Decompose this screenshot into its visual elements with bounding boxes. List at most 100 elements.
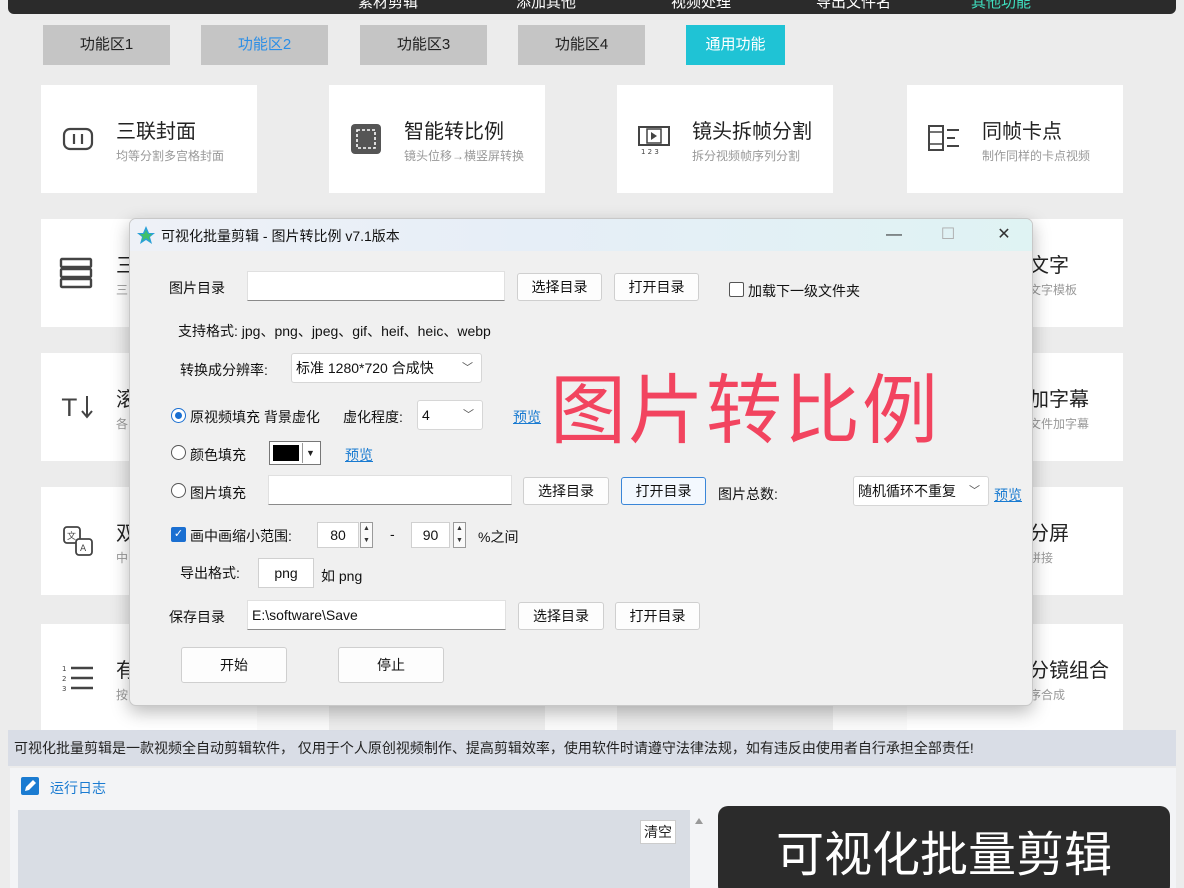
pip-max-stepper[interactable]: ▲ ▼	[453, 522, 466, 548]
card-triptych-cover[interactable]: 三联封面 均等分割多宫格封面	[41, 85, 257, 193]
svg-text:T: T	[61, 394, 77, 422]
dialog-titlebar[interactable]: 可视化批量剪辑 - 图片转比例 v7.1版本 — ☐ ✕	[130, 219, 1032, 251]
nav-item-other-functions[interactable]: 其他功能	[971, 0, 1031, 12]
pip-max-input[interactable]: 90	[411, 522, 450, 548]
image-total-value: 随机循环不重复	[858, 483, 956, 499]
save-dir-label: 保存目录	[169, 609, 225, 625]
save-dir-choose-button[interactable]: 选择目录	[518, 602, 604, 630]
image-dir-open-button[interactable]: 打开目录	[614, 273, 699, 301]
chevron-down-icon: ﹀	[463, 409, 474, 421]
image-fill-choose-button[interactable]: 选择目录	[523, 477, 609, 505]
pip-checkbox[interactable]: ✓	[171, 527, 186, 542]
image-fill-open-button[interactable]: 打开目录	[621, 477, 706, 505]
resolution-value: 标准 1280*720 合成快	[296, 360, 434, 376]
numbered-list-icon: 1 2 3	[62, 665, 93, 693]
card-subtitle: 镜头位移→横竖屏转换	[404, 149, 525, 163]
dialog-title: 可视化批量剪辑 - 图片转比例 v7.1版本	[161, 228, 400, 244]
preview-link-image[interactable]: 预览	[994, 485, 1022, 505]
card-title: 加字幕	[1029, 389, 1089, 411]
load-subfolder-checkbox[interactable]	[729, 282, 744, 297]
nav-item-video-process[interactable]: 视频处理	[671, 0, 731, 12]
brand-banner: 可视化批量剪辑	[718, 806, 1170, 888]
export-format-input[interactable]: png	[258, 558, 314, 588]
log-panel: 运行日志 清空 可视化批量剪辑	[10, 768, 1176, 888]
svg-text:3: 3	[62, 685, 66, 693]
save-dir-open-button[interactable]: 打开目录	[615, 602, 700, 630]
color-fill-label: 颜色填充	[190, 447, 246, 463]
image-fill-radio[interactable]	[171, 483, 186, 498]
start-button[interactable]: 开始	[181, 647, 287, 683]
log-edit-icon	[21, 777, 39, 795]
svg-text:2: 2	[62, 675, 66, 683]
card-subtitle: 均等分割多宫格封面	[116, 149, 225, 163]
stop-button[interactable]: 停止	[338, 647, 444, 683]
card-subtitle: 拆分视频帧序列分割	[692, 149, 801, 163]
nav-item-material-edit[interactable]: 素材剪辑	[358, 0, 418, 12]
pip-min-input[interactable]: 80	[317, 522, 359, 548]
resolution-select[interactable]: 标准 1280*720 合成快 ﹀	[291, 353, 482, 383]
card-subtitle: 制作同样的卡点视频	[982, 149, 1091, 163]
nav-item-add-other[interactable]: 添加其他	[516, 0, 576, 12]
blur-level-select[interactable]: 4 ﹀	[417, 400, 483, 430]
pip-min-stepper[interactable]: ▲ ▼	[360, 522, 373, 548]
scroll-up-icon[interactable]	[694, 816, 704, 826]
card-smart-ratio[interactable]: 智能转比例 镜头位移→横竖屏转换	[329, 85, 545, 193]
image-fill-label: 图片填充	[190, 485, 246, 501]
export-format-label: 导出格式:	[180, 565, 240, 581]
preview-link-color[interactable]: 预览	[345, 445, 373, 465]
svg-text:文: 文	[67, 530, 76, 542]
svg-text:1: 1	[62, 665, 66, 673]
same-frame-icon	[928, 125, 959, 151]
clear-log-button[interactable]: 清空	[640, 820, 676, 844]
card-title: 同帧卡点	[982, 121, 1062, 143]
tab-general-functions[interactable]: 通用功能	[686, 25, 785, 65]
color-dropdown-icon: ▼	[302, 443, 318, 463]
export-format-hint: 如 png	[321, 568, 363, 584]
image-fill-input[interactable]	[268, 475, 512, 505]
log-title: 运行日志	[50, 780, 106, 796]
svg-text:1 2 3: 1 2 3	[641, 148, 659, 156]
supported-formats-text: 支持格式: jpg、png、jpeg、gif、heif、heic、webp	[178, 323, 491, 339]
image-ratio-dialog: 可视化批量剪辑 - 图片转比例 v7.1版本 — ☐ ✕ 图片目录 选择目录 打…	[129, 218, 1033, 706]
card-subtitle: 中	[116, 551, 129, 565]
image-total-select[interactable]: 随机循环不重复 ﹀	[853, 476, 989, 506]
color-fill-radio[interactable]	[171, 445, 186, 460]
card-title: 分屏	[1029, 523, 1069, 545]
load-subfolder-label: 加载下一级文件夹	[748, 283, 860, 299]
card-title: 镜头拆帧分割	[692, 121, 812, 143]
save-dir-input[interactable]: E:\software\Save	[247, 600, 506, 630]
resolution-label: 转换成分辨率:	[180, 362, 268, 378]
tab-function-area-2[interactable]: 功能区2	[201, 25, 328, 65]
card-same-frame[interactable]: 同帧卡点 制作同样的卡点视频	[907, 85, 1123, 193]
maximize-button[interactable]: ☐	[928, 223, 968, 247]
color-picker[interactable]: ▼	[269, 441, 321, 465]
translate-icon: 文 A	[63, 526, 93, 556]
triptych-cover-icon	[62, 127, 94, 151]
image-dir-choose-button[interactable]: 选择目录	[517, 273, 602, 301]
card-title: 三联封面	[116, 121, 196, 143]
card-title: 智能转比例	[404, 121, 504, 143]
pip-dash: -	[390, 526, 395, 542]
card-subtitle: 三	[116, 283, 129, 297]
image-total-label: 图片总数:	[718, 486, 778, 502]
color-swatch	[273, 445, 299, 461]
image-dir-input[interactable]	[247, 271, 505, 301]
fill-original-radio[interactable]	[171, 408, 186, 423]
card-frame-split[interactable]: 1 2 3 镜头拆帧分割 拆分视频帧序列分割	[617, 85, 833, 193]
preview-link-blur[interactable]: 预览	[513, 407, 541, 427]
tab-function-area-1[interactable]: 功能区1	[43, 25, 170, 65]
card-subtitle: 序合成	[1029, 688, 1066, 702]
close-button[interactable]: ✕	[984, 223, 1024, 247]
tab-function-area-4[interactable]: 功能区4	[518, 25, 645, 65]
app-logo-icon	[137, 226, 155, 244]
minimize-button[interactable]: —	[874, 223, 914, 247]
watermark-text: 图片转比例	[550, 369, 940, 454]
tab-function-area-3[interactable]: 功能区3	[360, 25, 487, 65]
svg-text:A: A	[80, 544, 87, 554]
frame-split-icon: 1 2 3	[638, 126, 670, 156]
blur-level-value: 4	[422, 407, 430, 423]
log-textarea[interactable]	[18, 810, 690, 888]
disclaimer-text: 可视化批量剪辑是一款视频全自动剪辑软件， 仅用于个人原创视频制作、提高剪辑效率，…	[8, 730, 1176, 766]
smart-ratio-icon	[351, 124, 381, 154]
nav-item-export-filename[interactable]: 导出文件名	[816, 0, 891, 12]
